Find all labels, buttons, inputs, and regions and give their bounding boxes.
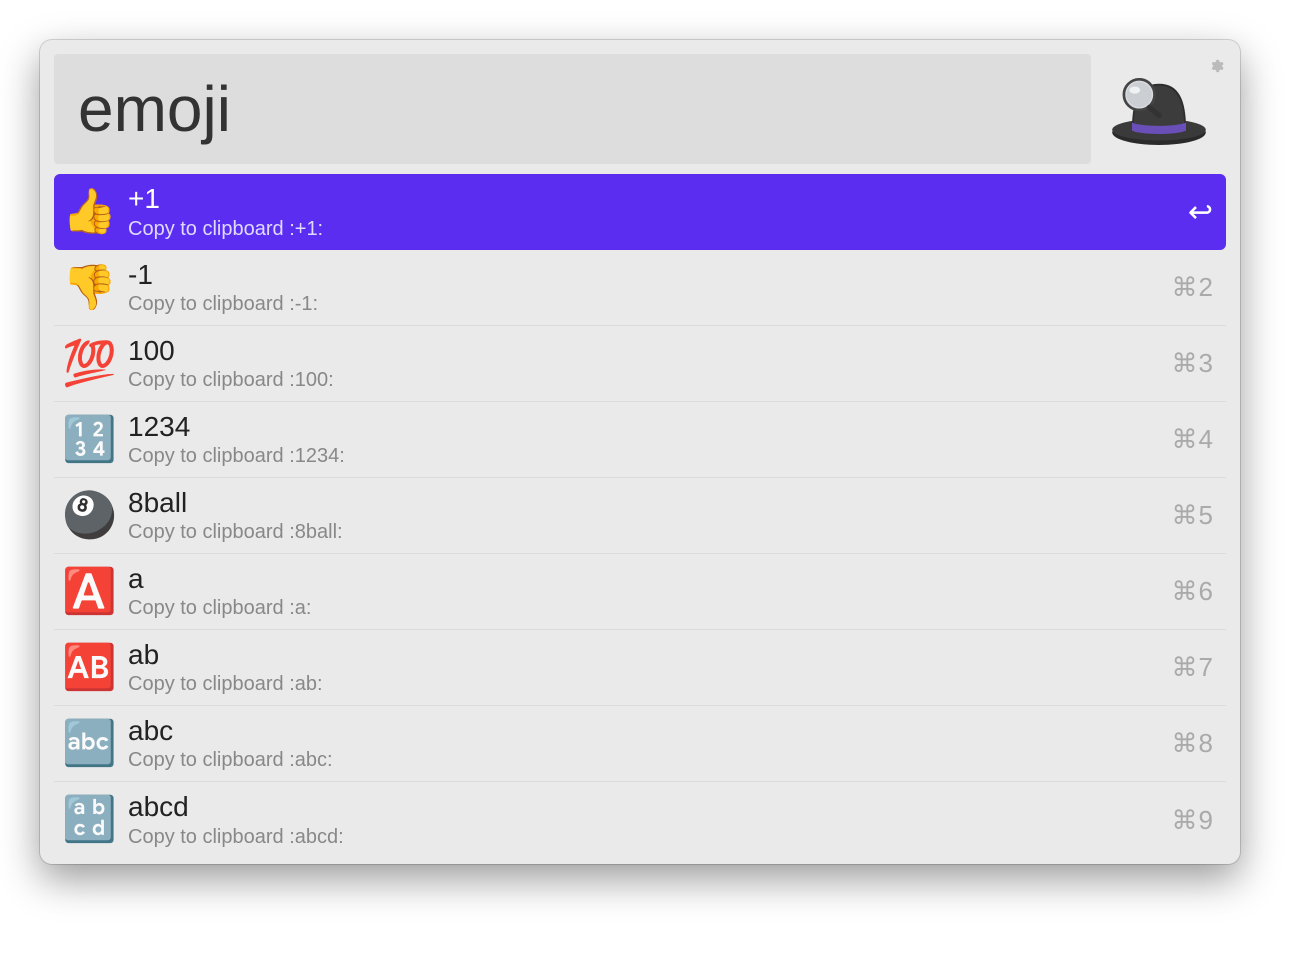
enter-shortcut-icon: ↩: [1188, 195, 1214, 230]
result-title: abc: [128, 714, 1172, 748]
result-title: ab: [128, 638, 1172, 672]
gear-icon[interactable]: [1208, 58, 1224, 79]
result-subtitle: Copy to clipboard :+1:: [128, 216, 1188, 242]
result-subtitle: Copy to clipboard :8ball:: [128, 519, 1172, 545]
keyboard-shortcut: ⌘8: [1172, 728, 1214, 759]
result-text: abcd Copy to clipboard :abcd:: [116, 790, 1172, 850]
result-subtitle: Copy to clipboard :1234:: [128, 443, 1172, 469]
result-title: abcd: [128, 790, 1172, 824]
result-item-minus1[interactable]: 👎 -1 Copy to clipboard :-1: ⌘2: [54, 250, 1226, 326]
result-subtitle: Copy to clipboard :ab:: [128, 671, 1172, 697]
letters-abc-icon: 🔤: [62, 722, 116, 766]
app-logo: [1091, 64, 1226, 154]
result-item-plus1[interactable]: 👍 +1 Copy to clipboard :+1: ↩: [54, 174, 1226, 250]
result-item-abc[interactable]: 🔤 abc Copy to clipboard :abc: ⌘8: [54, 706, 1226, 782]
result-item-ab[interactable]: 🆎 ab Copy to clipboard :ab: ⌘7: [54, 630, 1226, 706]
result-subtitle: Copy to clipboard :abc:: [128, 747, 1172, 773]
numbers-icon: 🔢: [62, 418, 116, 462]
results-list: 👍 +1 Copy to clipboard :+1: ↩ 👎 -1 Copy …: [40, 174, 1240, 858]
keyboard-shortcut: ⌘3: [1172, 348, 1214, 379]
keyboard-shortcut: ⌘7: [1172, 652, 1214, 683]
letter-a-icon: 🅰️: [62, 570, 116, 614]
eight-ball-icon: 🎱: [62, 494, 116, 538]
keyboard-shortcut: ⌘4: [1172, 424, 1214, 455]
letters-abcd-icon: 🔡: [62, 798, 116, 842]
result-item-abcd[interactable]: 🔡 abcd Copy to clipboard :abcd: ⌘9: [54, 782, 1226, 858]
result-text: 100 Copy to clipboard :100:: [116, 334, 1172, 394]
hundred-icon: 💯: [62, 342, 116, 386]
result-title: 100: [128, 334, 1172, 368]
result-text: +1 Copy to clipboard :+1:: [116, 182, 1188, 242]
result-text: abc Copy to clipboard :abc:: [116, 714, 1172, 774]
result-item-1234[interactable]: 🔢 1234 Copy to clipboard :1234: ⌘4: [54, 402, 1226, 478]
result-text: a Copy to clipboard :a:: [116, 562, 1172, 622]
result-item-8ball[interactable]: 🎱 8ball Copy to clipboard :8ball: ⌘5: [54, 478, 1226, 554]
result-subtitle: Copy to clipboard :-1:: [128, 291, 1172, 317]
keyboard-shortcut: ⌘2: [1172, 272, 1214, 303]
result-title: 8ball: [128, 486, 1172, 520]
result-title: +1: [128, 182, 1188, 216]
result-title: -1: [128, 258, 1172, 292]
result-title: 1234: [128, 410, 1172, 444]
alfred-hat-icon: [1104, 64, 1214, 154]
result-text: -1 Copy to clipboard :-1:: [116, 258, 1172, 318]
result-subtitle: Copy to clipboard :100:: [128, 367, 1172, 393]
result-text: 1234 Copy to clipboard :1234:: [116, 410, 1172, 470]
letters-ab-icon: 🆎: [62, 646, 116, 690]
keyboard-shortcut: ⌘5: [1172, 500, 1214, 531]
result-text: ab Copy to clipboard :ab:: [116, 638, 1172, 698]
keyboard-shortcut: ⌘6: [1172, 576, 1214, 607]
search-row: [40, 40, 1240, 174]
thumbs-up-icon: 👍: [62, 190, 116, 234]
alfred-window: 👍 +1 Copy to clipboard :+1: ↩ 👎 -1 Copy …: [40, 40, 1240, 864]
result-subtitle: Copy to clipboard :a:: [128, 595, 1172, 621]
result-item-100[interactable]: 💯 100 Copy to clipboard :100: ⌘3: [54, 326, 1226, 402]
result-text: 8ball Copy to clipboard :8ball:: [116, 486, 1172, 546]
result-subtitle: Copy to clipboard :abcd:: [128, 824, 1172, 850]
result-title: a: [128, 562, 1172, 596]
thumbs-down-icon: 👎: [62, 266, 116, 310]
result-item-a[interactable]: 🅰️ a Copy to clipboard :a: ⌘6: [54, 554, 1226, 630]
search-input[interactable]: [54, 54, 1091, 164]
keyboard-shortcut: ⌘9: [1172, 805, 1214, 836]
